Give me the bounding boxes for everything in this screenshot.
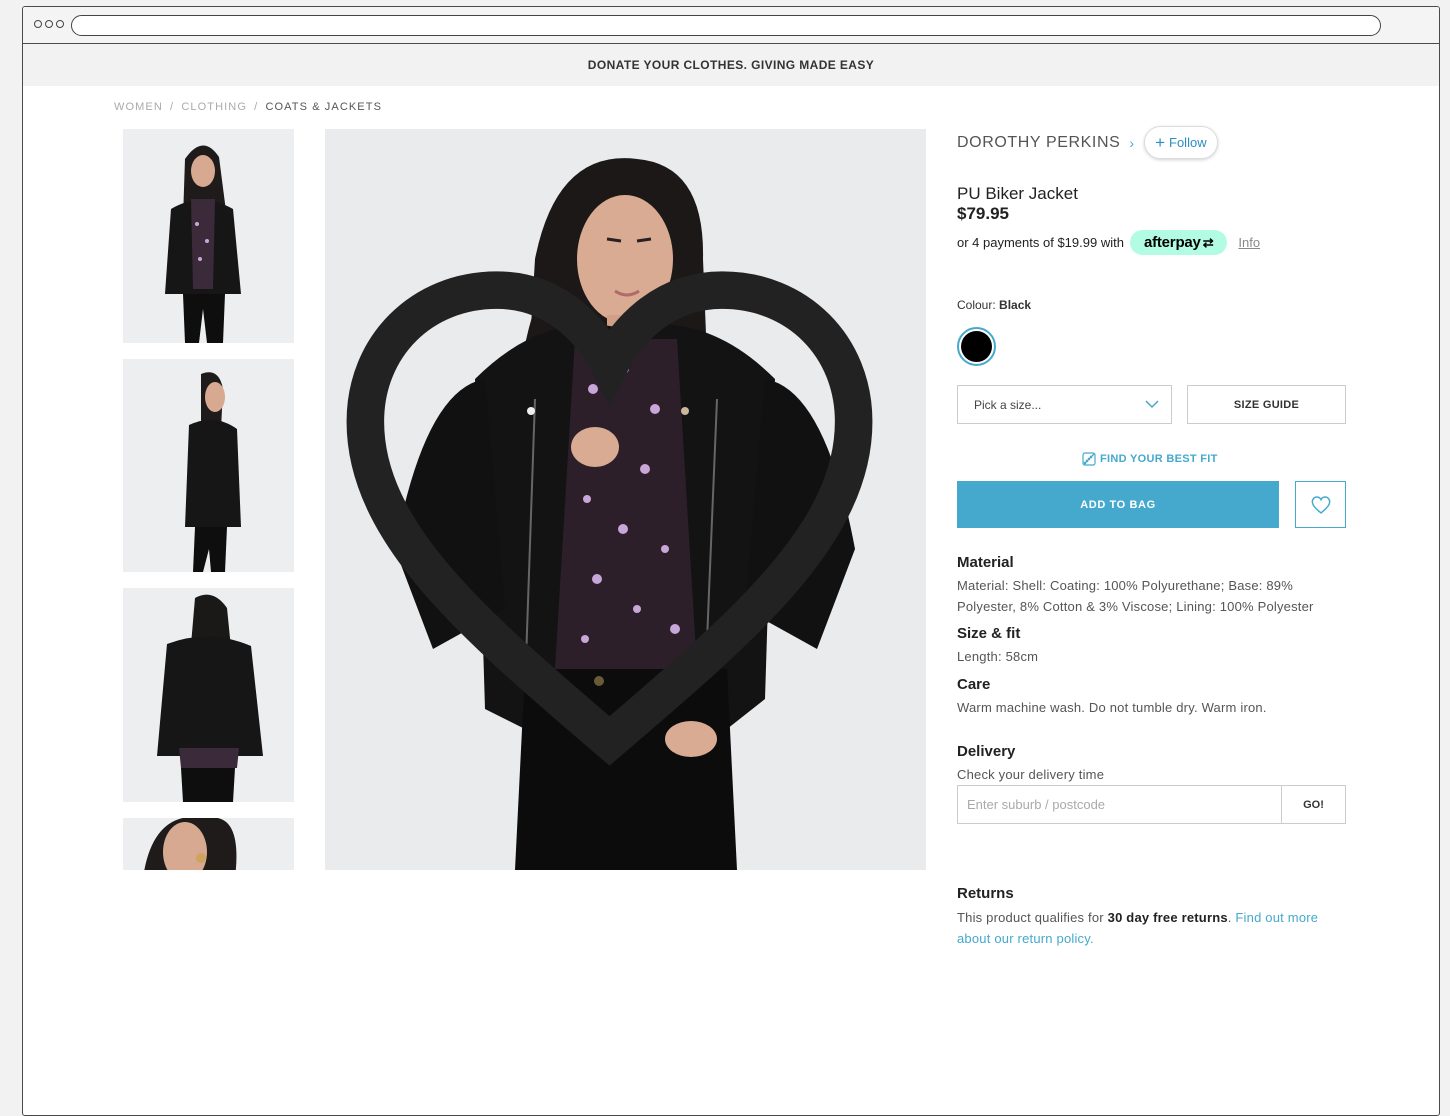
window-dot[interactable] bbox=[45, 20, 53, 28]
window-dot[interactable] bbox=[56, 20, 64, 28]
returns-post: . bbox=[1227, 910, 1232, 925]
delivery-heading: Delivery bbox=[957, 743, 1016, 760]
breadcrumb-coats-jackets: COATS & JACKETS bbox=[265, 101, 383, 113]
afterpay-info-link[interactable]: Info bbox=[1238, 235, 1260, 250]
window-controls bbox=[34, 20, 64, 28]
follow-button[interactable]: + Follow bbox=[1144, 126, 1218, 159]
follow-label: Follow bbox=[1169, 135, 1207, 150]
favourite-heart-icon[interactable] bbox=[325, 145, 910, 870]
promo-text[interactable]: DONATE YOUR CLOTHES. GIVING MADE EASY bbox=[588, 58, 874, 72]
returns-pre: This product qualifies for bbox=[957, 910, 1104, 925]
find-best-fit-link[interactable]: FIND YOUR BEST FIT bbox=[1082, 452, 1218, 466]
breadcrumb-women[interactable]: WOMEN bbox=[114, 101, 163, 113]
returns-text: This product qualifies for 30 day free r… bbox=[957, 907, 1352, 949]
afterpay-text: or 4 payments of $19.99 with bbox=[957, 235, 1124, 250]
breadcrumb-clothing[interactable]: CLOTHING bbox=[181, 101, 247, 113]
add-to-bag-label: ADD TO BAG bbox=[1080, 498, 1156, 511]
breadcrumb-sep: / bbox=[254, 101, 259, 113]
main-product-image[interactable] bbox=[325, 129, 926, 870]
colour-label: Colour: Black bbox=[957, 298, 1031, 312]
plus-icon: + bbox=[1155, 133, 1166, 152]
best-fit-label: FIND YOUR BEST FIT bbox=[1100, 453, 1218, 465]
care-heading: Care bbox=[957, 676, 991, 693]
product-price: $79.95 bbox=[957, 204, 1009, 223]
window-dot[interactable] bbox=[34, 20, 42, 28]
size-fit-heading: Size & fit bbox=[957, 625, 1021, 642]
size-placeholder: Pick a size... bbox=[974, 397, 1042, 412]
returns-bold: 30 day free returns bbox=[1107, 910, 1228, 925]
promo-banner[interactable]: DONATE YOUR CLOTHES. GIVING MADE EASY bbox=[23, 44, 1439, 86]
material-text: Material: Shell: Coating: 100% Polyureth… bbox=[957, 578, 1314, 614]
thumbnail-back[interactable] bbox=[123, 588, 294, 802]
measuring-tape-icon bbox=[1082, 452, 1096, 466]
breadcrumb: WOMEN / CLOTHING / COATS & JACKETS bbox=[114, 101, 382, 113]
brand-row: DOROTHY PERKINS › + Follow bbox=[957, 126, 1218, 159]
wishlist-button[interactable] bbox=[1295, 481, 1346, 528]
returns-heading: Returns bbox=[957, 885, 1014, 902]
thumbnail-front[interactable] bbox=[123, 129, 294, 343]
material-heading: Material bbox=[957, 554, 1014, 571]
afterpay-logo-text: afterpay bbox=[1143, 234, 1201, 251]
afterpay-logo: afterpay ⇄ bbox=[1129, 230, 1228, 255]
thumbnail-image bbox=[123, 818, 294, 870]
size-guide-label: SIZE GUIDE bbox=[1233, 398, 1300, 411]
chevron-right-icon[interactable]: › bbox=[1129, 135, 1134, 151]
browser-chrome bbox=[23, 7, 1439, 44]
thumbnail-image bbox=[123, 359, 294, 572]
swatch-fill bbox=[961, 331, 992, 362]
thumbnail-side[interactable] bbox=[123, 359, 294, 572]
postcode-input[interactable] bbox=[957, 785, 1282, 824]
add-to-bag-button[interactable]: ADD TO BAG bbox=[957, 481, 1279, 528]
go-label: GO! bbox=[1303, 798, 1324, 811]
breadcrumb-sep: / bbox=[170, 101, 175, 113]
care-text: Warm machine wash. Do not tumble dry. Wa… bbox=[957, 700, 1267, 715]
delivery-text: Check your delivery time bbox=[957, 767, 1105, 782]
browser-window: DONATE YOUR CLOTHES. GIVING MADE EASY WO… bbox=[22, 6, 1440, 1116]
go-button[interactable]: GO! bbox=[1281, 785, 1346, 824]
colour-label-text: Colour: bbox=[957, 298, 996, 312]
size-select[interactable]: Pick a size... bbox=[957, 385, 1172, 424]
thumbnail-image bbox=[123, 129, 294, 343]
afterpay-row: or 4 payments of $19.99 with afterpay ⇄ … bbox=[957, 230, 1260, 255]
thumbnail-closeup[interactable] bbox=[123, 818, 294, 870]
colour-value: Black bbox=[999, 298, 1032, 312]
colour-swatch-black[interactable] bbox=[957, 327, 996, 366]
thumbnail-image bbox=[123, 588, 294, 802]
heart-icon bbox=[1311, 495, 1330, 514]
address-bar[interactable] bbox=[71, 15, 1381, 36]
size-fit-text: Length: 58cm bbox=[957, 649, 1039, 664]
chevron-down-icon bbox=[1145, 400, 1159, 409]
afterpay-arrows-icon: ⇄ bbox=[1202, 234, 1214, 250]
product-name: PU Biker Jacket bbox=[957, 184, 1078, 203]
brand-name[interactable]: DOROTHY PERKINS bbox=[957, 134, 1120, 152]
size-guide-button[interactable]: SIZE GUIDE bbox=[1187, 385, 1346, 424]
